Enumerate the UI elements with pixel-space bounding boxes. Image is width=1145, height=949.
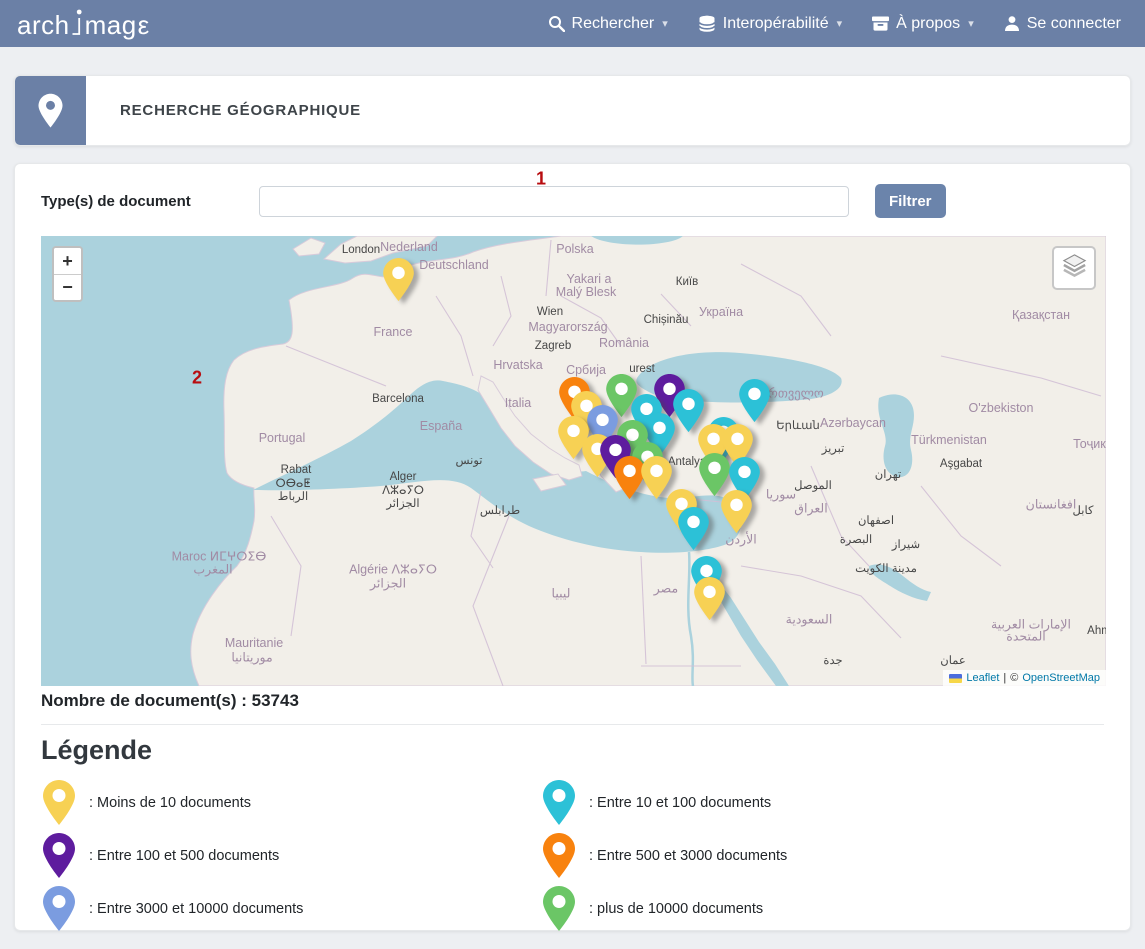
legend-pin-yellow-icon [41,779,77,827]
layers-icon [1061,252,1088,284]
zoom-out-button[interactable]: − [54,274,81,300]
nav-item-label: À propos [896,15,960,33]
legend-label: : plus de 10000 documents [589,901,763,917]
legend-label: : Entre 100 et 500 documents [89,848,279,864]
chevron-down-icon: ▾ [662,17,668,30]
brand-logo[interactable]: arch mag ε [17,6,150,41]
map-zoom-control: + − [52,246,83,302]
divider [41,724,1104,725]
map-basemap [41,236,1106,686]
map-marker-teal[interactable] [737,378,772,424]
leaflet-link[interactable]: Leaflet [966,672,999,684]
archive-icon [872,15,889,32]
map-marker-teal[interactable] [676,506,711,552]
legend-item-blue: : Entre 3000 et 10000 documents [41,886,541,932]
filter-button[interactable]: Filtrer [875,184,946,218]
legend-item-teal: : Entre 10 et 100 documents [541,780,1041,826]
attribution-separator: | [1003,672,1006,684]
legend-pin-blue-icon [41,885,77,933]
legend-pin-teal-icon [541,779,577,827]
legend-label: : Entre 500 et 3000 documents [589,848,787,864]
filter-row: Type(s) de document Filtrer [41,184,1104,218]
legend-item-green: : plus de 10000 documents [541,886,1041,932]
openstreetmap-link[interactable]: OpenStreetMap [1022,672,1100,684]
brand-text-post: mag [85,10,137,41]
nav-item-label: Se connecter [1027,15,1121,33]
zoom-in-button[interactable]: + [54,248,81,274]
legend-label: : Entre 3000 et 10000 documents [89,901,303,917]
chevron-down-icon: ▾ [837,17,843,30]
legend-title: Légende [41,735,1104,766]
search-icon [548,15,565,32]
nav-item-rechercher[interactable]: Rechercher ▾ [548,15,668,33]
nav-menu: Rechercher ▾ Interopérabilité ▾ À propos ▾ Se … [548,15,1121,33]
ukraine-flag-icon [949,674,962,683]
main-card: Type(s) de document Filtrer [14,163,1131,931]
document-count: Nombre de document(s) : 53743 [41,691,1104,711]
chevron-down-icon: ▾ [968,17,974,30]
copyright-symbol: © [1010,672,1018,684]
page-header-card: RECHERCHE GÉOGRAPHIQUE [14,75,1131,146]
legend-pin-orange-icon [541,832,577,880]
map-canvas[interactable]: LondonNederlandDeutschlandPolskaYakari a… [41,236,1106,686]
document-type-input[interactable] [259,186,849,217]
nav-item-label: Rechercher [572,15,655,33]
brand-text-pre: arch [17,10,70,41]
legend-pin-green-icon [541,885,577,933]
legend-label: : Moins de 10 documents [89,795,251,811]
legend-item-yellow: : Moins de 10 documents [41,780,541,826]
location-pin-icon [15,75,86,146]
user-icon [1004,15,1020,32]
page-title: RECHERCHE GÉOGRAPHIQUE [120,102,361,119]
database-icon [698,15,716,33]
legend-label: : Entre 10 et 100 documents [589,795,771,811]
map-marker-yellow[interactable] [381,257,416,303]
legend-pin-purple-icon [41,832,77,880]
legend: : Moins de 10 documents : Entre 10 et 100… [41,780,1041,932]
nav-item--propos[interactable]: À propos ▾ [872,15,974,33]
map-marker-yellow[interactable] [692,576,727,622]
legend-item-purple: : Entre 100 et 500 documents [41,833,541,879]
navbar: arch mag ε Rechercher▾Interopérabilité▾À… [0,0,1145,47]
nav-item-se-connecter[interactable]: Se connecter [1004,15,1121,33]
map-attribution: Leaflet | © OpenStreetMap [943,670,1106,686]
map-marker-yellow[interactable] [719,489,754,535]
brand-text-epsilon: ε [138,10,150,41]
brand-stylized-i-icon [72,9,83,44]
nav-item-label: Interopérabilité [723,15,829,33]
nav-item-interop-rabilit-[interactable]: Interopérabilité ▾ [698,15,842,33]
layers-button[interactable] [1052,246,1096,290]
document-type-label: Type(s) de document [41,193,259,210]
legend-item-orange: : Entre 500 et 3000 documents [541,833,1041,879]
